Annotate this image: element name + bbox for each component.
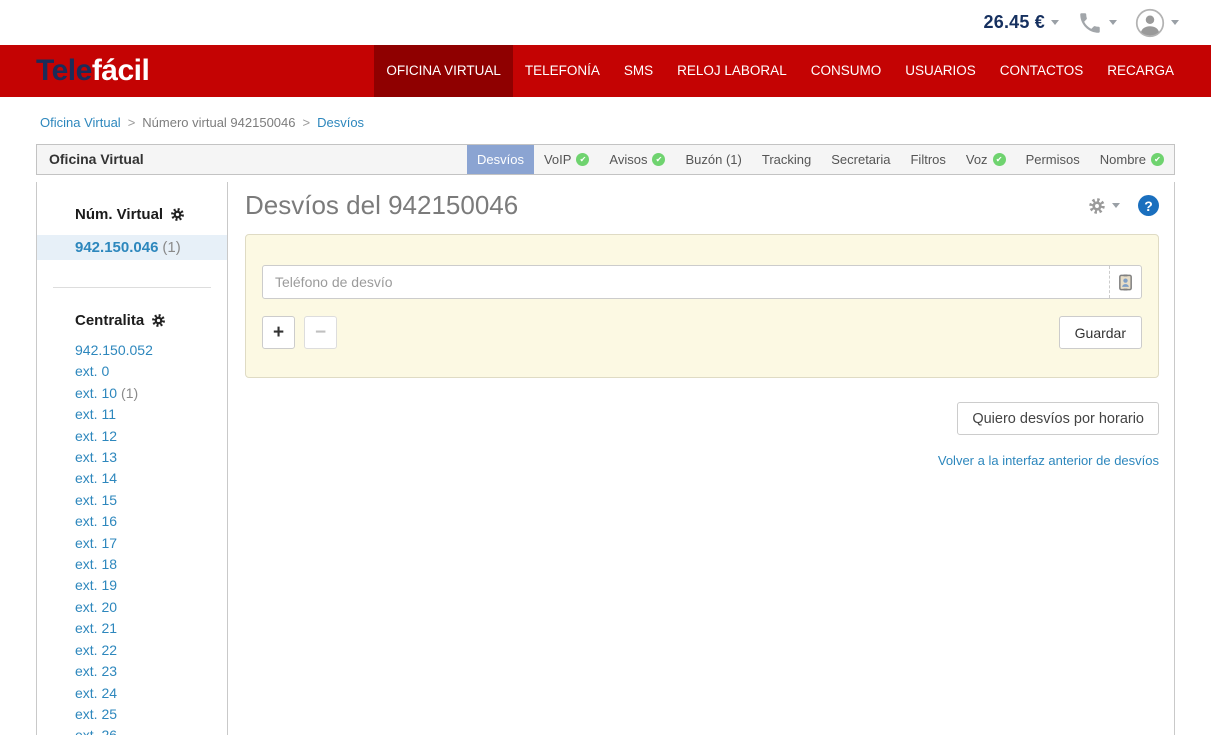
user-menu[interactable] bbox=[1135, 8, 1179, 38]
logo-part-2: fácil bbox=[92, 54, 150, 87]
nav-menu-item[interactable]: CONSUMO bbox=[799, 45, 894, 97]
page-title: Desvíos del 942150046 bbox=[245, 190, 518, 221]
breadcrumb-separator: > bbox=[128, 115, 136, 130]
account-balance: 26.45 € bbox=[984, 12, 1045, 33]
section-title: Oficina Virtual bbox=[37, 145, 144, 174]
caret-down-icon bbox=[1051, 20, 1059, 25]
extension-list-item[interactable]: ext. 12 bbox=[37, 426, 227, 447]
breadcrumb-numero-virtual: Número virtual 942150046 bbox=[142, 115, 295, 130]
breadcrumb-oficina-virtual[interactable]: Oficina Virtual bbox=[40, 115, 121, 130]
breadcrumb: Oficina Virtual > Número virtual 942150046… bbox=[0, 97, 1211, 144]
nav-menu-item[interactable]: CONTACTOS bbox=[988, 45, 1096, 97]
balance-dropdown[interactable]: 26.45 € bbox=[984, 12, 1059, 33]
sidebar-divider bbox=[53, 287, 211, 288]
logo-part-1: Tele bbox=[36, 54, 92, 87]
main-navbar: Telefácil OFICINA VIRTUALTELEFONÍASMSREL… bbox=[0, 45, 1211, 97]
extension-list-item[interactable]: ext. 10(1) bbox=[37, 383, 227, 404]
nav-menu-item[interactable]: RELOJ LABORAL bbox=[665, 45, 799, 97]
nav-menu-item[interactable]: USUARIOS bbox=[893, 45, 988, 97]
save-button[interactable]: Guardar bbox=[1059, 316, 1142, 349]
contact-picker-button[interactable] bbox=[1109, 266, 1141, 298]
tab[interactable]: Permisos✔ bbox=[1016, 145, 1090, 174]
sidebar-item-selected-number[interactable]: 942.150.046(1) bbox=[37, 235, 227, 260]
extension-list-item[interactable]: ext. 13 bbox=[37, 447, 227, 468]
tab[interactable]: Secretaria✔ bbox=[821, 145, 900, 174]
tab[interactable]: Desvíos✔ bbox=[467, 145, 534, 174]
num-virtual-heading: Núm. Virtual bbox=[37, 206, 227, 223]
phone-icon bbox=[1077, 10, 1103, 36]
extension-list-item[interactable]: ext. 11 bbox=[37, 404, 227, 425]
previous-interface-link[interactable]: Volver a la interfaz anterior de desvíos bbox=[938, 453, 1159, 468]
nav-menu-item[interactable]: RECARGA bbox=[1095, 45, 1186, 97]
extension-list-item[interactable]: ext. 15 bbox=[37, 490, 227, 511]
main-content: Desvíos del 942150046 ? bbox=[228, 182, 1175, 735]
extension-list-item[interactable]: ext. 22 bbox=[37, 640, 227, 661]
centralita-settings-gear-icon[interactable] bbox=[151, 313, 166, 328]
extension-list-item[interactable]: ext. 17 bbox=[37, 533, 227, 554]
tab[interactable]: Avisos✔ bbox=[599, 145, 675, 174]
extension-list-item[interactable]: ext. 23 bbox=[37, 661, 227, 682]
remove-forwarding-button[interactable]: − bbox=[304, 316, 337, 349]
breadcrumb-separator: > bbox=[303, 115, 311, 130]
tab[interactable]: Filtros✔ bbox=[900, 145, 955, 174]
tab-bar: Desvíos✔VoIP✔Avisos✔Buzón (1)✔Tracking✔S… bbox=[467, 145, 1174, 174]
telefacil-logo[interactable]: Telefácil bbox=[36, 54, 149, 88]
extension-list-item[interactable]: ext. 18 bbox=[37, 554, 227, 575]
tab[interactable]: Voz✔ bbox=[956, 145, 1016, 174]
extension-list-item[interactable]: ext. 20 bbox=[37, 597, 227, 618]
sidebar: Núm. Virtual 942.150.046(1) Centralita 9… bbox=[36, 182, 228, 735]
check-icon: ✔ bbox=[652, 153, 665, 166]
count-badge: (1) bbox=[162, 239, 180, 256]
check-icon: ✔ bbox=[1151, 153, 1164, 166]
user-avatar-icon bbox=[1135, 8, 1165, 38]
nav-menu: OFICINA VIRTUALTELEFONÍASMSRELOJ LABORAL… bbox=[374, 45, 1186, 97]
forwarding-panel: + − Guardar bbox=[245, 234, 1159, 378]
tab[interactable]: Buzón (1)✔ bbox=[675, 145, 751, 174]
nav-menu-item[interactable]: TELEFONÍA bbox=[513, 45, 612, 97]
check-icon: ✔ bbox=[993, 153, 1006, 166]
tab[interactable]: Tracking✔ bbox=[752, 145, 821, 174]
top-bar: 26.45 € bbox=[0, 0, 1211, 45]
add-forwarding-button[interactable]: + bbox=[262, 316, 295, 349]
contact-card-icon bbox=[1117, 274, 1134, 291]
caret-down-icon bbox=[1171, 20, 1179, 25]
nav-menu-item[interactable]: SMS bbox=[612, 45, 665, 97]
extension-list-item[interactable]: ext. 21 bbox=[37, 618, 227, 639]
extension-list-item[interactable]: ext. 19 bbox=[37, 575, 227, 596]
page-settings-gear-icon[interactable] bbox=[1088, 197, 1106, 215]
caret-down-icon[interactable] bbox=[1112, 203, 1120, 208]
num-virtual-settings-gear-icon[interactable] bbox=[170, 207, 185, 222]
extension-list: 942.150.052ext. 0ext. 10(1)ext. 11ext. 1… bbox=[37, 340, 227, 735]
extension-list-item[interactable]: 942.150.052 bbox=[37, 340, 227, 361]
extension-list-item[interactable]: ext. 25 bbox=[37, 704, 227, 725]
extension-list-item[interactable]: ext. 26 bbox=[37, 725, 227, 735]
schedule-forwarding-button[interactable]: Quiero desvíos por horario bbox=[957, 402, 1159, 435]
extension-list-item[interactable]: ext. 0 bbox=[37, 361, 227, 382]
section-header: Oficina Virtual Desvíos✔VoIP✔Avisos✔Buzó… bbox=[36, 144, 1175, 175]
caret-down-icon bbox=[1109, 20, 1117, 25]
forwarding-phone-input[interactable] bbox=[262, 265, 1142, 299]
tab[interactable]: VoIP✔ bbox=[534, 145, 599, 174]
extension-list-item[interactable]: ext. 24 bbox=[37, 683, 227, 704]
centralita-heading: Centralita bbox=[37, 312, 227, 329]
check-icon: ✔ bbox=[576, 153, 589, 166]
tab[interactable]: Nombre✔ bbox=[1090, 145, 1174, 174]
phone-dropdown[interactable] bbox=[1077, 10, 1117, 36]
breadcrumb-desvios[interactable]: Desvíos bbox=[317, 115, 364, 130]
nav-menu-item[interactable]: OFICINA VIRTUAL bbox=[374, 45, 513, 97]
extension-list-item[interactable]: ext. 14 bbox=[37, 468, 227, 489]
virtual-number-link[interactable]: 942.150.046 bbox=[75, 239, 158, 256]
extension-list-item[interactable]: ext. 16 bbox=[37, 511, 227, 532]
help-button[interactable]: ? bbox=[1138, 195, 1159, 216]
